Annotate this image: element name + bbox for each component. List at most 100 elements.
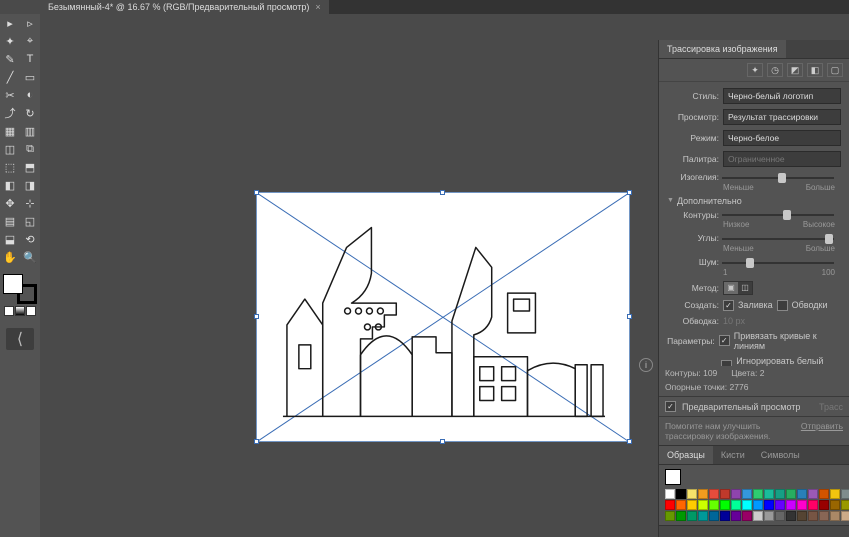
create-fill-checkbox[interactable] — [723, 300, 734, 311]
swatch-cell[interactable] — [687, 511, 697, 521]
selection-handle-mr[interactable] — [627, 314, 632, 319]
swatch-cell[interactable] — [709, 511, 719, 521]
swatch-cell[interactable] — [797, 511, 807, 521]
selected-image[interactable] — [256, 192, 630, 442]
swatch-cell[interactable] — [775, 500, 785, 510]
tool-1[interactable]: ▹ — [20, 14, 40, 32]
swatch-cell[interactable] — [731, 511, 741, 521]
swatch-cell[interactable] — [676, 500, 686, 510]
tool-24[interactable]: ⬓ — [0, 230, 20, 248]
swatch-cell[interactable] — [786, 511, 796, 521]
tool-23[interactable]: ◱ — [20, 212, 40, 230]
swatch-cell[interactable] — [731, 500, 741, 510]
swatch-cell[interactable] — [841, 511, 849, 521]
preset-shades-icon[interactable]: ◩ — [787, 63, 803, 77]
view-dropdown[interactable]: Результат трассировки — [723, 109, 841, 125]
symbols-tab[interactable]: Символы — [753, 446, 808, 464]
selection-handle-tr[interactable] — [627, 190, 632, 195]
fill-swatch[interactable] — [3, 274, 23, 294]
advanced-section-toggle[interactable]: Дополнительно — [667, 196, 841, 206]
swatch-cell[interactable] — [808, 500, 818, 510]
swatch-cell[interactable] — [720, 489, 730, 499]
swatch-cell[interactable] — [764, 500, 774, 510]
preview-checkbox[interactable] — [665, 401, 676, 412]
swatch-cell[interactable] — [665, 511, 675, 521]
tool-7[interactable]: ▭ — [20, 68, 40, 86]
tool-13[interactable]: ▥ — [20, 122, 40, 140]
document-tab[interactable]: Безымянный-4* @ 16.67 % (RGB/Предварител… — [40, 0, 329, 14]
tool-17[interactable]: ⬒ — [20, 158, 40, 176]
snap-curves-checkbox[interactable] — [719, 335, 730, 346]
tool-22[interactable]: ▤ — [0, 212, 20, 230]
brushes-tab[interactable]: Кисти — [713, 446, 753, 464]
swatch-cell[interactable] — [731, 489, 741, 499]
swatch-cell[interactable] — [742, 511, 752, 521]
selection-handle-ml[interactable] — [254, 314, 259, 319]
swatch-cell[interactable] — [720, 511, 730, 521]
create-stroke-checkbox[interactable] — [777, 300, 788, 311]
tool-18[interactable]: ◧ — [0, 176, 20, 194]
swatch-cell[interactable] — [819, 489, 829, 499]
method-toggle[interactable]: ▣◫ — [723, 281, 753, 295]
color-mode-gradient[interactable] — [15, 306, 25, 316]
swatch-cell[interactable] — [687, 500, 697, 510]
swatch-cell[interactable] — [709, 489, 719, 499]
preset-auto-icon[interactable]: ✦ — [747, 63, 763, 77]
swatch-cell[interactable] — [698, 511, 708, 521]
swatch-cell[interactable] — [775, 489, 785, 499]
noise-slider[interactable] — [722, 258, 834, 268]
swatch-cell[interactable] — [830, 500, 840, 510]
tool-3[interactable]: ⌖ — [20, 32, 40, 50]
info-icon[interactable]: i — [639, 358, 653, 372]
tool-2[interactable]: ✦ — [0, 32, 20, 50]
preset-photo-icon[interactable]: ◷ — [767, 63, 783, 77]
tool-25[interactable]: ⟲ — [20, 230, 40, 248]
swatch-cell[interactable] — [753, 500, 763, 510]
tool-27[interactable]: 🔍 — [20, 248, 40, 266]
swatch-cell[interactable] — [676, 489, 686, 499]
swatch-cell[interactable] — [819, 500, 829, 510]
tool-4[interactable]: ✎ — [0, 50, 20, 68]
swatch-cell[interactable] — [786, 489, 796, 499]
mode-dropdown[interactable]: Черно-белое — [723, 130, 841, 146]
paths-slider[interactable] — [722, 210, 834, 220]
corners-slider[interactable] — [722, 234, 834, 244]
tool-16[interactable]: ⬚ — [0, 158, 20, 176]
preset-bw-icon[interactable]: ◧ — [807, 63, 823, 77]
tool-10[interactable]: ⤴ — [0, 104, 20, 122]
tool-14[interactable]: ◫ — [0, 140, 20, 158]
tool-19[interactable]: ◨ — [20, 176, 40, 194]
swatch-cell[interactable] — [698, 500, 708, 510]
swatch-cell[interactable] — [753, 511, 763, 521]
selection-handle-bl[interactable] — [254, 439, 259, 444]
image-trace-panel-tab[interactable]: Трассировка изображения — [659, 40, 786, 58]
swatch-cell[interactable] — [676, 511, 686, 521]
swatch-cell[interactable] — [764, 511, 774, 521]
help-send-link[interactable]: Отправить — [801, 421, 843, 441]
tool-20[interactable]: ✥ — [0, 194, 20, 212]
swatch-cell[interactable] — [742, 500, 752, 510]
fill-stroke-swatch[interactable] — [3, 274, 37, 304]
swatch-cell[interactable] — [665, 489, 675, 499]
swatch-cell[interactable] — [808, 511, 818, 521]
swatch-cell[interactable] — [841, 500, 849, 510]
swatch-cell[interactable] — [698, 489, 708, 499]
swatches-tab[interactable]: Образцы — [659, 446, 713, 464]
swatch-cell[interactable] — [830, 489, 840, 499]
swatch-cell[interactable] — [720, 500, 730, 510]
tool-11[interactable]: ↻ — [20, 104, 40, 122]
tool-15[interactable]: ⧉ — [20, 140, 40, 158]
color-mode-none[interactable] — [26, 306, 36, 316]
tool-26[interactable]: ✋ — [0, 248, 20, 266]
swatch-cell[interactable] — [797, 489, 807, 499]
tool-5[interactable]: T — [20, 50, 40, 68]
selection-handle-br[interactable] — [627, 439, 632, 444]
swatch-cell[interactable] — [830, 511, 840, 521]
swatch-cell[interactable] — [687, 489, 697, 499]
style-dropdown[interactable]: Черно-белый логотип — [723, 88, 841, 104]
tool-21[interactable]: ⊹ — [20, 194, 40, 212]
tool-0[interactable]: ▸ — [0, 14, 20, 32]
preset-outline-icon[interactable]: ▢ — [827, 63, 843, 77]
swatch-cell[interactable] — [808, 489, 818, 499]
method-abutting-icon[interactable]: ▣ — [724, 282, 738, 294]
